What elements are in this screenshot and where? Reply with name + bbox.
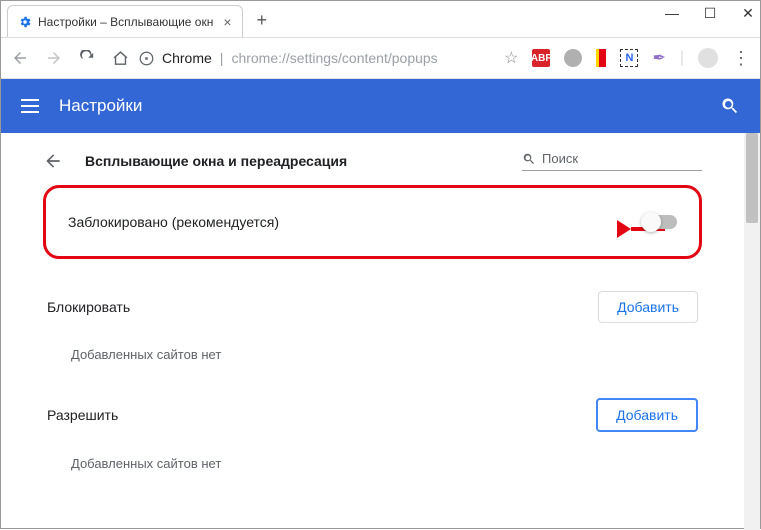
settings-back-button[interactable] (43, 151, 63, 171)
allow-section: Разрешить Добавить Добавленных сайтов не… (47, 390, 698, 499)
tab-title: Настройки – Всплывающие окн (38, 15, 213, 29)
window-titlebar: Настройки – Всплывающие окн × + — ☐ ✕ (1, 1, 760, 37)
allow-section-title: Разрешить (47, 407, 118, 423)
nav-back-button[interactable] (11, 49, 29, 67)
address-bar: Chrome | chrome://settings/content/popup… (1, 37, 760, 79)
vertical-scrollbar[interactable] (744, 133, 760, 530)
nav-reload-button[interactable] (79, 50, 96, 67)
new-tab-button[interactable]: + (257, 11, 268, 29)
content-search-input[interactable]: Поиск (522, 151, 702, 171)
block-add-button[interactable]: Добавить (598, 291, 698, 323)
minimize-button[interactable]: — (664, 5, 680, 22)
annotation-highlight: Заблокировано (рекомендуется) (43, 185, 702, 259)
maximize-button[interactable]: ☐ (702, 5, 718, 22)
allow-empty-message: Добавленных сайтов нет (47, 440, 698, 499)
extension-icon[interactable]: ✒ (652, 48, 665, 68)
scrollbar-thumb[interactable] (746, 133, 758, 223)
extension-icon[interactable]: N (620, 49, 638, 67)
browser-tab[interactable]: Настройки – Всплывающие окн × (7, 5, 243, 37)
gear-icon (18, 15, 32, 29)
popups-toggle[interactable] (643, 215, 677, 229)
close-tab-icon[interactable]: × (223, 14, 231, 30)
url-path: chrome://settings/content/popups (231, 50, 437, 66)
bookmark-star-icon[interactable]: ☆ (504, 48, 518, 68)
extension-icon[interactable] (596, 49, 606, 67)
nav-home-button[interactable] (112, 50, 129, 67)
settings-title: Настройки (59, 96, 142, 116)
settings-search-button[interactable] (720, 96, 740, 116)
allow-add-button[interactable]: Добавить (596, 398, 698, 432)
block-empty-message: Добавленных сайтов нет (47, 331, 698, 390)
secure-icon (139, 51, 154, 66)
toggle-label: Заблокировано (рекомендуется) (68, 214, 279, 230)
url-host: Chrome (162, 50, 212, 66)
chrome-menu-button[interactable]: ⋮ (732, 48, 750, 69)
block-section-title: Блокировать (47, 299, 130, 315)
window-controls: — ☐ ✕ (664, 5, 756, 22)
page-heading: Всплывающие окна и переадресация (85, 153, 500, 169)
search-placeholder: Поиск (542, 151, 578, 166)
adblock-extension-icon[interactable]: ABP (532, 49, 550, 67)
hamburger-menu-button[interactable] (21, 99, 39, 113)
nav-forward-button[interactable] (45, 49, 63, 67)
block-section: Блокировать Добавить Добавленных сайтов … (47, 283, 698, 390)
url-display[interactable]: Chrome | chrome://settings/content/popup… (139, 50, 494, 66)
settings-header: Настройки (1, 79, 760, 133)
extension-icon[interactable] (564, 49, 582, 67)
settings-content: Всплывающие окна и переадресация Поиск З… (1, 133, 744, 530)
profile-avatar[interactable] (698, 48, 718, 68)
close-window-button[interactable]: ✕ (740, 5, 756, 22)
